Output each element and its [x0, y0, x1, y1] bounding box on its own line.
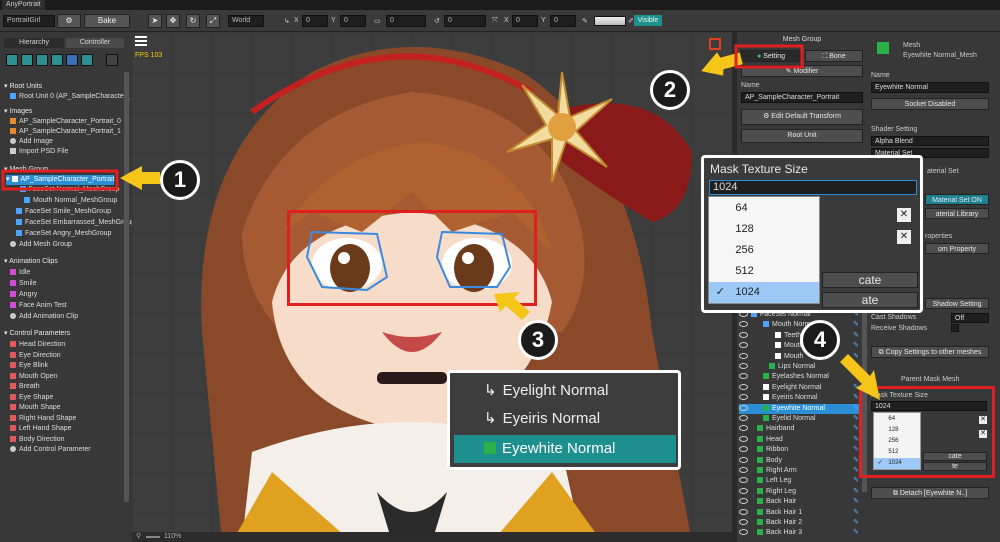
callout-4: 4	[800, 320, 840, 360]
annotation-arrows	[1, 44, 880, 400]
callout-1: 1	[160, 160, 200, 200]
callout-3: 3	[518, 320, 558, 360]
callout-2: 2	[650, 70, 690, 110]
